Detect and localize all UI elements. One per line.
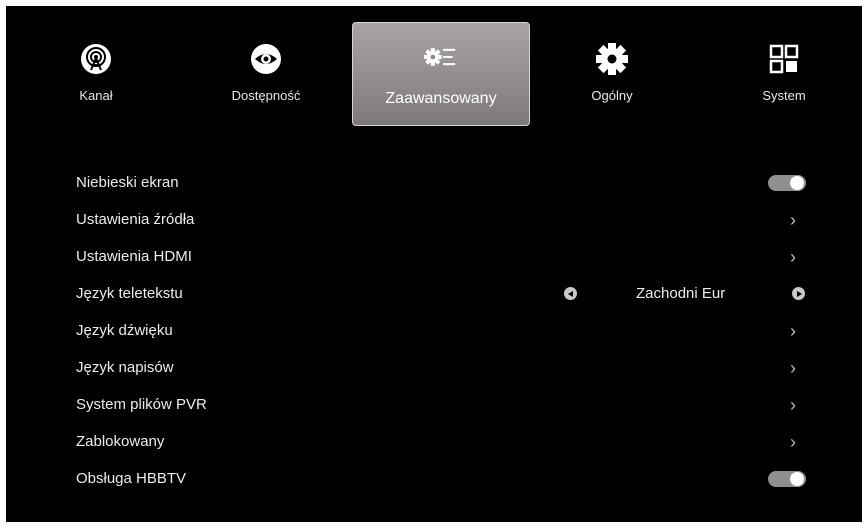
chevron-right-icon: › [790, 246, 796, 267]
chevron-right-icon: › [790, 357, 796, 378]
tab-advanced[interactable]: Zaawansowany [352, 22, 530, 126]
setting-label: Obsługa HBBTV [76, 470, 187, 487]
setting-locked[interactable]: Zablokowany › [6, 423, 862, 460]
antenna-icon [79, 42, 113, 76]
tv-settings-screen: Kanał Dostępność Zaawansowany Ogólny Sys… [6, 6, 862, 522]
setting-label: Zablokowany [76, 433, 165, 450]
tab-accessibility[interactable]: Dostępność [206, 42, 326, 122]
setting-label: Język dźwięku [76, 322, 173, 339]
gear-list-icon [424, 40, 458, 74]
teletext-language-value: Zachodni Eur [636, 285, 726, 302]
chevron-right-icon: › [790, 209, 796, 230]
arrow-left-icon[interactable] [564, 287, 577, 300]
setting-label: System plików PVR [76, 396, 207, 413]
grid-icon [767, 42, 801, 76]
tab-system-label: System [762, 88, 806, 103]
tab-accessibility-label: Dostępność [231, 88, 301, 103]
tab-system[interactable]: System [724, 42, 844, 122]
setting-blue-screen[interactable]: Niebieski ekran [6, 164, 862, 201]
chevron-right-icon: › [790, 431, 796, 452]
setting-label: Niebieski ekran [76, 174, 179, 191]
setting-teletext-language[interactable]: Język teletekstu Zachodni Eur [6, 275, 862, 312]
eye-icon [249, 42, 283, 76]
chevron-right-icon: › [790, 320, 796, 341]
tab-general-label: Ogólny [591, 88, 633, 103]
chevron-right-icon: › [790, 394, 796, 415]
setting-subtitle-language[interactable]: Język napisów › [6, 349, 862, 386]
setting-hdmi-settings[interactable]: Ustawienia HDMI › [6, 238, 862, 275]
setting-label: Ustawienia HDMI [76, 248, 192, 265]
setting-pvr-file-system[interactable]: System plików PVR › [6, 386, 862, 423]
setting-label: Ustawienia źródła [76, 211, 195, 228]
hbbtv-toggle[interactable] [768, 470, 806, 487]
arrow-right-icon[interactable] [792, 287, 805, 300]
setting-label: Język teletekstu [76, 285, 183, 302]
tab-advanced-label: Zaawansowany [385, 90, 497, 107]
blue-screen-toggle[interactable] [768, 174, 806, 191]
tab-general[interactable]: Ogólny [552, 42, 672, 122]
setting-audio-language[interactable]: Język dźwięku › [6, 312, 862, 349]
setting-hbbtv-support[interactable]: Obsługa HBBTV [6, 460, 862, 497]
gear-icon [595, 42, 629, 76]
tab-bar: Kanał Dostępność Zaawansowany Ogólny Sys… [6, 6, 862, 136]
setting-source-settings[interactable]: Ustawienia źródła › [6, 201, 862, 238]
tab-channel[interactable]: Kanał [36, 42, 156, 122]
tab-channel-label: Kanał [79, 88, 113, 103]
setting-label: Język napisów [76, 359, 174, 376]
